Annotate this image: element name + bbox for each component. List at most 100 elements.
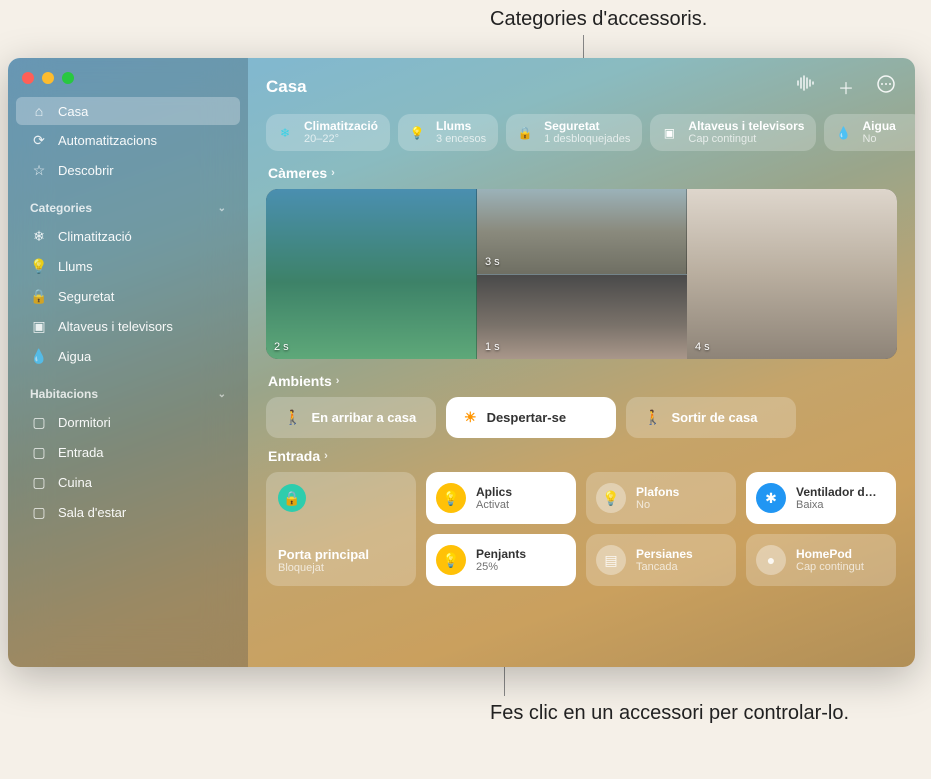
category-pills-row: ❄ Climatització20–22° 💡 Llums3 encesos 🔒…: [266, 114, 897, 151]
accessory-wall-lights[interactable]: 💡AplicsActivat: [426, 472, 576, 524]
pill-title: Climatització: [304, 120, 378, 133]
section-title: Categories: [30, 201, 92, 215]
accessory-blinds[interactable]: ▤PersianesTancada: [586, 534, 736, 586]
sidebar-item-livingroom[interactable]: ▢ Sala d'estar: [16, 498, 240, 527]
water-icon: 💧: [832, 122, 854, 144]
category-pill-climate[interactable]: ❄ Climatització20–22°: [266, 114, 390, 151]
scene-arrive-home[interactable]: 🚶En arribar a casa: [266, 397, 436, 438]
cameras-row: 2 s 3 s 1 s 4 s: [266, 189, 897, 359]
page-title: Casa: [266, 77, 307, 97]
section-title: Càmeres: [268, 165, 327, 181]
accessory-title: Ventilador d…: [796, 485, 877, 499]
sidebar-section-rooms[interactable]: Habitacions ⌄: [16, 381, 240, 407]
accessory-front-door[interactable]: 🔒 Porta principal Bloquejat: [266, 472, 416, 586]
pill-subtitle: 20–22°: [304, 133, 378, 145]
accessory-title: Porta principal: [278, 547, 404, 562]
star-icon: ☆: [30, 162, 48, 179]
top-bar: Casa ＋: [266, 70, 897, 104]
fullscreen-icon[interactable]: [62, 72, 74, 84]
sidebar-item-automations[interactable]: ⟳ Automatitzacions: [16, 126, 240, 155]
category-pill-water[interactable]: 💧 AiguaNo: [824, 114, 915, 151]
camera-timestamp: 1 s: [485, 341, 500, 353]
lock-icon: 🔒: [514, 122, 536, 144]
pill-subtitle: No: [862, 133, 895, 145]
chevron-down-icon: ⌄: [218, 203, 226, 214]
light-icon: 💡: [436, 483, 466, 513]
sidebar: ⌂ Casa ⟳ Automatitzacions ☆ Descobrir Ca…: [8, 58, 248, 667]
accessory-title: Plafons: [636, 485, 679, 499]
camera-bedroom[interactable]: 1 s: [477, 275, 687, 360]
more-button[interactable]: [875, 75, 897, 99]
scene-label: Despertar-se: [487, 410, 567, 425]
pill-subtitle: 1 desbloquejades: [544, 133, 630, 145]
light-icon: 💡: [406, 122, 428, 144]
pill-title: Llums: [436, 120, 486, 133]
accessory-fan[interactable]: ✱Ventilador d…Baixa: [746, 472, 896, 524]
sidebar-item-entrance[interactable]: ▢Entrada: [16, 438, 240, 467]
close-icon[interactable]: [22, 72, 34, 84]
category-pill-security[interactable]: 🔒 Seguretat1 desbloquejades: [506, 114, 642, 151]
pill-subtitle: Cap contingut: [688, 133, 804, 145]
accessory-title: HomePod: [796, 547, 864, 561]
pill-subtitle: 3 encesos: [436, 133, 486, 145]
sidebar-item-climate[interactable]: ❄Climatització: [16, 222, 240, 251]
blinds-icon: ▤: [596, 545, 626, 575]
chevron-right-icon: ›: [336, 375, 340, 387]
sidebar-item-label: Llums: [58, 259, 93, 274]
sidebar-item-discover[interactable]: ☆ Descobrir: [16, 156, 240, 185]
camera-timestamp: 3 s: [485, 256, 500, 268]
accessory-panels[interactable]: 💡PlafonsNo: [586, 472, 736, 524]
water-icon: 💧: [30, 348, 48, 365]
sidebar-item-label: Altaveus i televisors: [58, 319, 173, 334]
scene-wake-up[interactable]: ☀Despertar-se: [446, 397, 616, 438]
accessory-pendants[interactable]: 💡Penjants25%: [426, 534, 576, 586]
category-pill-speakers[interactable]: ▣ Altaveus i televisorsCap contingut: [650, 114, 816, 151]
sidebar-item-label: Sala d'estar: [58, 505, 126, 520]
camera-pool[interactable]: 2 s: [266, 189, 477, 359]
camera-living[interactable]: 4 s: [687, 189, 897, 359]
sidebar-item-home[interactable]: ⌂ Casa: [16, 97, 240, 125]
intercom-button[interactable]: [795, 75, 817, 99]
annotation-top: Categories d'accessoris.: [490, 6, 707, 32]
toolbar-actions: ＋: [795, 75, 897, 99]
sidebar-item-security[interactable]: 🔒Seguretat: [16, 282, 240, 311]
room-icon: ▢: [30, 414, 48, 431]
accessory-subtitle: 25%: [476, 561, 526, 573]
accessories-grid: 🔒 Porta principal Bloquejat 💡AplicsActiv…: [266, 472, 897, 586]
scene-leave-home[interactable]: 🚶Sortir de casa: [626, 397, 796, 438]
camera-driveway[interactable]: 3 s: [477, 189, 687, 275]
category-pill-lights[interactable]: 💡 Llums3 encesos: [398, 114, 498, 151]
sidebar-section-categories[interactable]: Categories ⌄: [16, 195, 240, 221]
chevron-down-icon: ⌄: [218, 389, 226, 400]
sidebar-item-speakers[interactable]: ▣ Altaveus i televisors: [16, 312, 240, 341]
accessory-title: Persianes: [636, 547, 693, 561]
room-icon: ▢: [30, 504, 48, 521]
fan-icon: ❄: [30, 228, 48, 245]
sidebar-item-lights[interactable]: 💡 Llums: [16, 252, 240, 281]
sidebar-item-kitchen[interactable]: ▢Cuina: [16, 468, 240, 497]
section-cameras-header[interactable]: Càmeres›: [268, 165, 897, 181]
room-icon: ▢: [30, 474, 48, 491]
climate-icon: ❄: [274, 122, 296, 144]
section-title: Entrada: [268, 448, 320, 464]
sidebar-item-bedroom[interactable]: ▢Dormitori: [16, 408, 240, 437]
sidebar-item-water[interactable]: 💧Aigua: [16, 342, 240, 371]
walk-icon: 🚶: [284, 409, 301, 426]
room-icon: ▢: [30, 444, 48, 461]
add-button[interactable]: ＋: [835, 75, 857, 99]
scene-label: Sortir de casa: [671, 410, 757, 425]
pill-title: Altaveus i televisors: [688, 120, 804, 133]
section-scenes-header[interactable]: Ambients›: [268, 373, 897, 389]
accessory-title: Aplics: [476, 485, 512, 499]
homepod-icon: ●: [756, 545, 786, 575]
accessory-subtitle: Cap contingut: [796, 561, 864, 573]
lock-icon: 🔒: [278, 484, 306, 512]
main-content: Casa ＋ ❄ Climatització20–22° 💡 Llums3 en…: [248, 58, 915, 667]
minimize-icon[interactable]: [42, 72, 54, 84]
sidebar-item-label: Seguretat: [58, 289, 114, 304]
tv-icon: ▣: [30, 318, 48, 335]
light-icon: 💡: [30, 258, 48, 275]
accessory-homepod[interactable]: ● HomePodCap contingut: [746, 534, 896, 586]
section-entrance-header[interactable]: Entrada›: [268, 448, 897, 464]
light-icon: 💡: [436, 545, 466, 575]
